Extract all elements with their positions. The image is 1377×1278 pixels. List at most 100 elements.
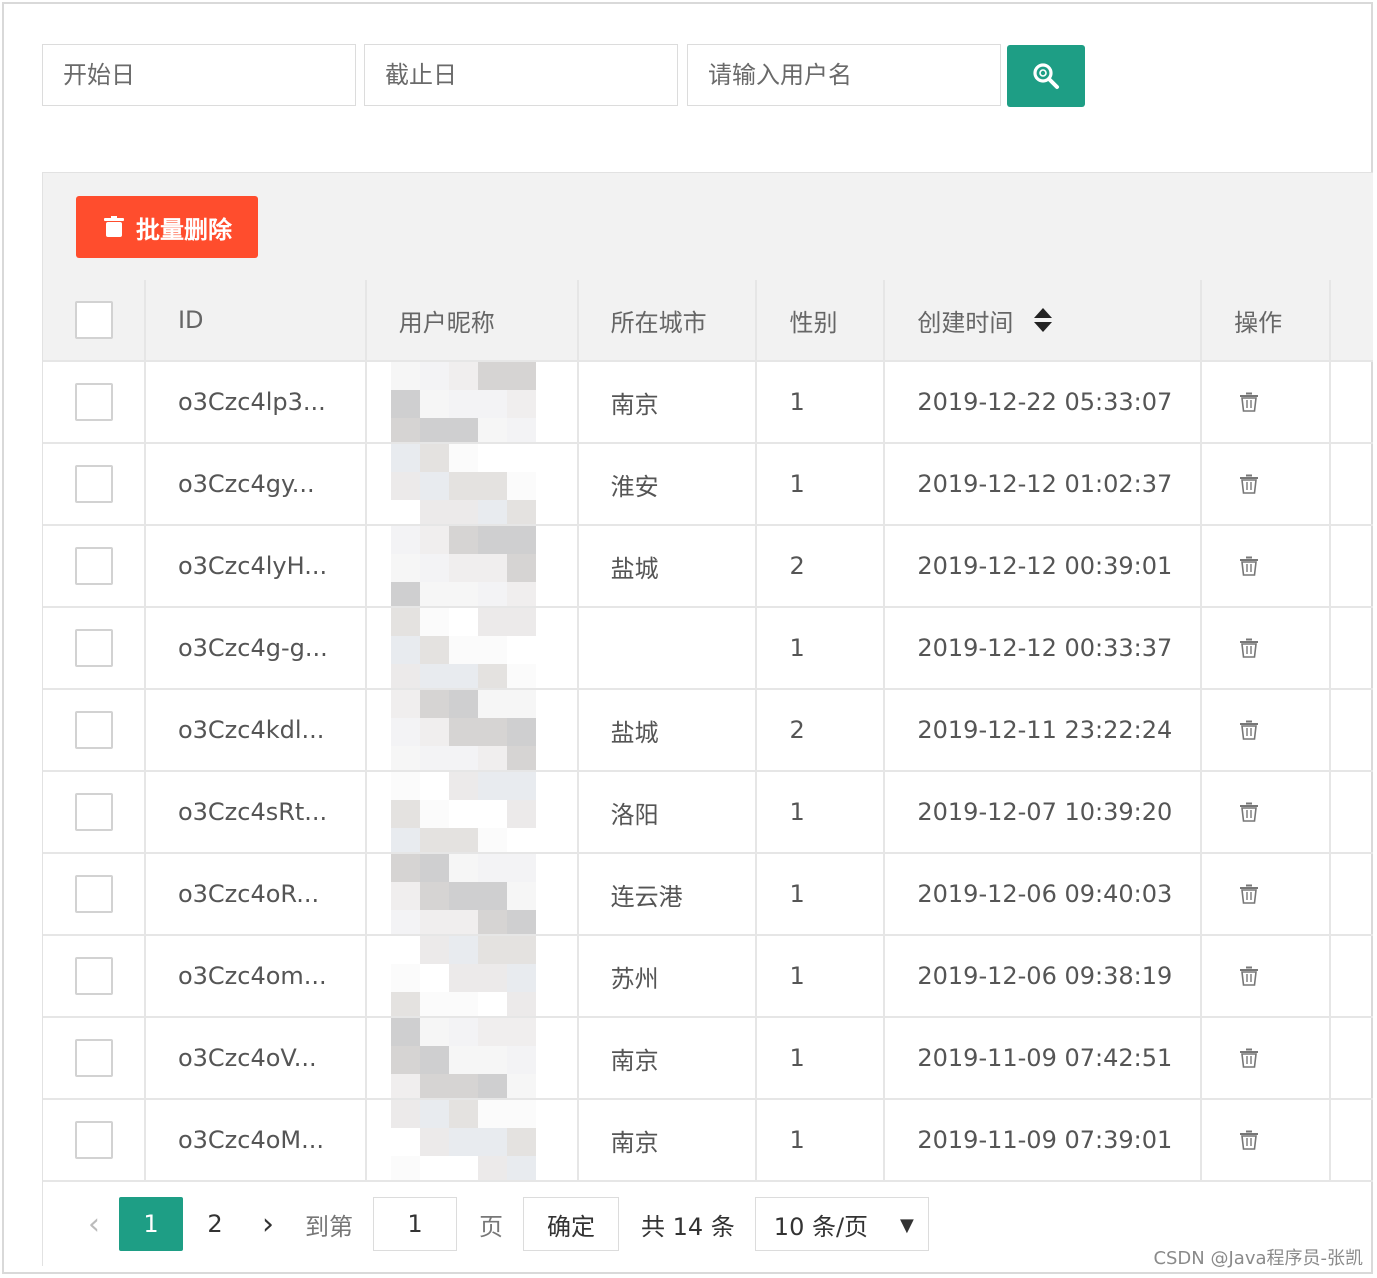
end-date-input[interactable] bbox=[364, 44, 678, 106]
start-date-input[interactable] bbox=[42, 44, 356, 106]
row-checkbox[interactable] bbox=[75, 465, 113, 503]
row-checkbox[interactable] bbox=[75, 1121, 113, 1159]
username-input[interactable] bbox=[687, 44, 1001, 106]
row-checkbox[interactable] bbox=[75, 383, 113, 421]
select-all-checkbox[interactable] bbox=[75, 301, 113, 339]
sort-icon[interactable] bbox=[1033, 307, 1053, 333]
row-checkbox[interactable] bbox=[75, 875, 113, 913]
cell-nickname bbox=[367, 608, 579, 688]
cell-actions bbox=[1202, 936, 1331, 1016]
cell-gender: 2 bbox=[757, 526, 886, 606]
table-toolbar: 批量删除 bbox=[42, 172, 1373, 280]
delete-row-icon[interactable] bbox=[1238, 1129, 1260, 1151]
cell-city: 南京 bbox=[579, 1018, 758, 1098]
row-select-cell bbox=[43, 526, 146, 606]
goto-confirm-button[interactable]: 确定 bbox=[523, 1197, 619, 1251]
cell-nickname bbox=[367, 690, 579, 770]
header-nickname: 用户昵称 bbox=[367, 280, 579, 360]
prev-page-icon[interactable]: ‹ bbox=[73, 1196, 115, 1252]
cell-gender: 1 bbox=[757, 444, 886, 524]
cell-nickname bbox=[367, 1018, 579, 1098]
username-field[interactable] bbox=[708, 45, 1000, 105]
delete-row-icon[interactable] bbox=[1238, 473, 1260, 495]
table-row: o3Czc4gy... 淮安 1 2019-12-12 01:02:37 bbox=[43, 444, 1373, 526]
cell-nickname bbox=[367, 854, 579, 934]
cell-city: 盐城 bbox=[579, 526, 758, 606]
header-actions: 操作 bbox=[1202, 280, 1331, 360]
blurred-nickname-image bbox=[390, 936, 539, 1016]
row-select-cell bbox=[43, 690, 146, 770]
cell-created: 2019-12-12 00:39:01 bbox=[885, 526, 1203, 606]
delete-row-icon[interactable] bbox=[1238, 637, 1260, 659]
cell-created: 2019-11-09 07:39:01 bbox=[885, 1100, 1203, 1180]
page-1-button[interactable]: 1 bbox=[119, 1197, 183, 1251]
cell-created: 2019-12-12 00:33:37 bbox=[885, 608, 1203, 688]
cell-actions bbox=[1202, 690, 1331, 770]
cell-created: 2019-12-12 01:02:37 bbox=[885, 444, 1203, 524]
cell-gender: 1 bbox=[757, 854, 886, 934]
cell-gender: 2 bbox=[757, 690, 886, 770]
row-checkbox[interactable] bbox=[75, 793, 113, 831]
cell-created: 2019-12-22 05:33:07 bbox=[885, 362, 1203, 442]
row-checkbox[interactable] bbox=[75, 629, 113, 667]
row-select-cell bbox=[43, 854, 146, 934]
end-date-field[interactable] bbox=[385, 45, 677, 105]
total-count: 共 14 条 bbox=[641, 1212, 735, 1241]
page-size-value: 10 条/页 bbox=[773, 1212, 869, 1241]
cell-city bbox=[579, 608, 758, 688]
cell-created: 2019-12-07 10:39:20 bbox=[885, 772, 1203, 852]
header-id: ID bbox=[146, 280, 367, 360]
cell-gender: 1 bbox=[757, 772, 886, 852]
cell-id: o3Czc4lyH... bbox=[146, 526, 367, 606]
header-gender: 性别 bbox=[757, 280, 886, 360]
page-size-select[interactable]: 10 条/页 ▼ bbox=[754, 1197, 929, 1251]
cell-city: 南京 bbox=[579, 1100, 758, 1180]
page-2-button[interactable]: 2 bbox=[183, 1197, 247, 1251]
cell-filler bbox=[1331, 1100, 1373, 1180]
next-page-icon[interactable]: › bbox=[247, 1196, 289, 1252]
blurred-nickname-image bbox=[390, 608, 539, 688]
cell-id: o3Czc4oM... bbox=[146, 1100, 367, 1180]
cell-filler bbox=[1331, 362, 1373, 442]
blurred-nickname-image bbox=[390, 1100, 539, 1180]
cell-city: 洛阳 bbox=[579, 772, 758, 852]
cell-city: 连云港 bbox=[579, 854, 758, 934]
start-date-field[interactable] bbox=[63, 45, 355, 105]
table-header-row: ID 用户昵称 所在城市 性别 创建时间 操作 bbox=[43, 280, 1373, 362]
header-select-cell bbox=[43, 280, 146, 360]
table-row: o3Czc4oR... 连云港 1 2019-12-06 09:40:03 bbox=[43, 854, 1373, 936]
row-select-cell bbox=[43, 608, 146, 688]
row-checkbox[interactable] bbox=[75, 957, 113, 995]
cell-city: 淮安 bbox=[579, 444, 758, 524]
table-row: o3Czc4oM... 南京 1 2019-11-09 07:39:01 bbox=[43, 1100, 1373, 1182]
delete-row-icon[interactable] bbox=[1238, 719, 1260, 741]
cell-filler bbox=[1331, 854, 1373, 934]
blurred-nickname-image bbox=[390, 362, 539, 442]
row-checkbox[interactable] bbox=[75, 711, 113, 749]
cell-created: 2019-12-06 09:40:03 bbox=[885, 854, 1203, 934]
cell-id: o3Czc4om... bbox=[146, 936, 367, 1016]
delete-row-icon[interactable] bbox=[1238, 965, 1260, 987]
cell-created: 2019-12-06 09:38:19 bbox=[885, 936, 1203, 1016]
search-button[interactable] bbox=[1007, 45, 1085, 107]
goto-page-input[interactable]: 1 bbox=[373, 1197, 457, 1251]
cell-id: o3Czc4gy... bbox=[146, 444, 367, 524]
cell-filler bbox=[1331, 936, 1373, 1016]
watermark: CSDN @Java程序员-张凯 bbox=[1153, 1248, 1363, 1269]
table-row: o3Czc4lyH... 盐城 2 2019-12-12 00:39:01 bbox=[43, 526, 1373, 608]
delete-row-icon[interactable] bbox=[1238, 801, 1260, 823]
delete-row-icon[interactable] bbox=[1238, 1047, 1260, 1069]
header-created[interactable]: 创建时间 bbox=[885, 280, 1203, 360]
cell-actions bbox=[1202, 854, 1331, 934]
delete-row-icon[interactable] bbox=[1238, 883, 1260, 905]
row-select-cell bbox=[43, 444, 146, 524]
cell-gender: 1 bbox=[757, 936, 886, 1016]
row-checkbox[interactable] bbox=[75, 547, 113, 585]
cell-filler bbox=[1331, 1018, 1373, 1098]
delete-row-icon[interactable] bbox=[1238, 555, 1260, 577]
delete-row-icon[interactable] bbox=[1238, 391, 1260, 413]
batch-delete-button[interactable]: 批量删除 bbox=[76, 196, 258, 258]
row-checkbox[interactable] bbox=[75, 1039, 113, 1077]
header-created-label: 创建时间 bbox=[917, 308, 1014, 337]
table-row: o3Czc4kdl... 盐城 2 2019-12-11 23:22:24 bbox=[43, 690, 1373, 772]
